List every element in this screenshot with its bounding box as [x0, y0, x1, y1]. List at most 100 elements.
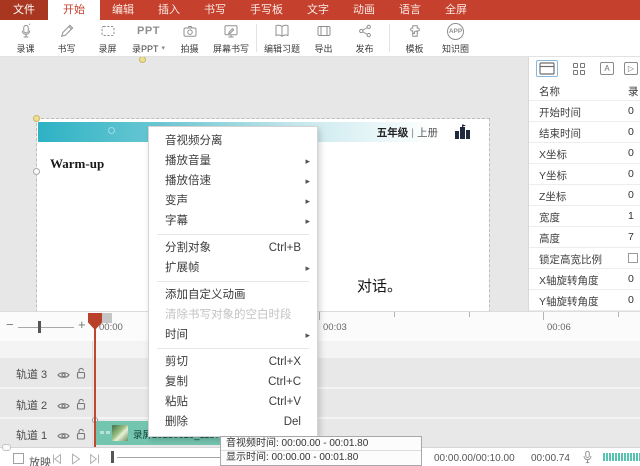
toolbar-separator [389, 24, 390, 52]
track-label: 轨道 3 [16, 366, 47, 382]
selection-handle[interactable] [33, 115, 40, 122]
tab-layout-grid[interactable] [568, 60, 590, 77]
cursor-time-display: 00:00.74 [531, 453, 570, 464]
properties-panel: A ▷ 名称录 开始时间0 结束时间0 X坐标0 Y坐标0 Z坐标0 宽度1 高… [528, 57, 640, 311]
screen-write-button[interactable]: 屏幕书写 [210, 20, 252, 56]
chevron-down-icon[interactable]: ▾ [162, 44, 166, 52]
export-button[interactable]: 导出 [303, 20, 344, 56]
eye-icon[interactable] [57, 398, 70, 416]
grid-icon [573, 63, 585, 75]
prev-frame-button[interactable] [50, 452, 64, 466]
tab-text-style[interactable]: A [600, 62, 614, 75]
time-display: 00:00.00/00:10.00 [434, 453, 515, 464]
record-lesson-button[interactable]: 录课 [5, 20, 46, 56]
zoom-slider[interactable] [18, 327, 74, 328]
lock-aspect-ratio-checkbox[interactable] [628, 253, 638, 263]
y-coord-field[interactable]: 0 [628, 168, 640, 180]
track-row-3[interactable]: 轨道 3 [0, 358, 640, 387]
building-logo-icon [454, 124, 472, 142]
zoom-in-button[interactable]: + [78, 317, 86, 332]
tab-animation[interactable]: 动画 [341, 0, 387, 20]
mic-icon [17, 22, 35, 41]
menu-item-playback-speed[interactable]: 播放倍速▸ [149, 171, 317, 191]
tab-home[interactable]: 开始 [48, 0, 100, 20]
track-label: 轨道 2 [16, 397, 47, 413]
tab-file[interactable]: 文件 [0, 0, 48, 20]
menu-item-cut[interactable]: 剪切Ctrl+X [149, 352, 317, 372]
selection-handle[interactable] [33, 168, 40, 175]
selection-handle[interactable] [139, 56, 146, 63]
playback-checkbox[interactable] [13, 453, 24, 464]
menu-item-time[interactable]: 时间▸ [149, 325, 317, 345]
tab-playback[interactable]: ▷ [624, 62, 638, 75]
y-rotation-field[interactable]: 0 [628, 294, 640, 306]
seek-slider-handle[interactable] [111, 451, 114, 463]
menu-divider [157, 281, 309, 282]
width-field[interactable]: 1 [628, 210, 640, 222]
lock-open-icon[interactable] [76, 427, 86, 445]
menu-item-add-custom-animation[interactable]: 添加自定义动画 [149, 285, 317, 305]
ppt-icon: PPT [137, 22, 160, 41]
property-row: X坐标0 [529, 143, 640, 164]
next-frame-button[interactable] [88, 452, 102, 466]
height-field[interactable]: 7 [628, 231, 640, 243]
track-label: 轨道 1 [16, 427, 47, 443]
toolbar-separator [256, 24, 257, 52]
zoom-slider-handle[interactable] [38, 321, 41, 333]
menu-item-extend-frame[interactable]: 扩展帧▸ [149, 258, 317, 278]
record-ppt-button[interactable]: PPT 录PPT ▾ [128, 20, 169, 56]
tab-edit[interactable]: 编辑 [100, 0, 146, 20]
ruler-label: 00:03 [323, 322, 347, 333]
menu-item-copy[interactable]: 复制Ctrl+C [149, 372, 317, 392]
property-row: 宽度1 [529, 206, 640, 227]
tab-language[interactable]: 语言 [387, 0, 433, 20]
menu-item-paste[interactable]: 粘贴Ctrl+V [149, 392, 317, 412]
template-button[interactable]: 模板 [394, 20, 435, 56]
menu-divider [157, 348, 309, 349]
tab-fullscreen[interactable]: 全屏 [433, 0, 479, 20]
tab-insert[interactable]: 插入 [146, 0, 192, 20]
write-button[interactable]: 书写 [46, 20, 87, 56]
mic-level-icon [582, 450, 593, 466]
tab-tablet[interactable]: 手写板 [238, 0, 295, 20]
x-coord-field[interactable]: 0 [628, 147, 640, 159]
eye-icon[interactable] [57, 367, 70, 385]
menu-item-split-object[interactable]: 分割对象Ctrl+B [149, 238, 317, 258]
camera-icon [181, 22, 199, 41]
record-screen-button[interactable]: 录屏 [87, 20, 128, 56]
clip-time-tooltip: 音视频时间: 00:00.00 - 00:01.80 显示时间: 00:00.0… [220, 436, 422, 466]
grade-badge: 五年级|上册 [377, 125, 438, 140]
publish-button[interactable]: 发布 [344, 20, 385, 56]
property-row: 结束时间0 [529, 122, 640, 143]
capture-button[interactable]: 拍摄 [169, 20, 210, 56]
menu-item-subtitles[interactable]: 字幕▸ [149, 211, 317, 231]
tab-text[interactable]: 文字 [295, 0, 341, 20]
z-coord-field[interactable]: 0 [628, 189, 640, 201]
menu-item-separate-audio-video[interactable]: 音视频分离 [149, 131, 317, 151]
tab-write[interactable]: 书写 [192, 0, 238, 20]
slide-text-fragment: 对话。 [357, 275, 402, 296]
track-row-2[interactable]: 轨道 2 [0, 389, 640, 417]
knowledge-circle-button[interactable]: APP 知识圈 [435, 20, 476, 56]
ruler-label: 00:06 [547, 322, 571, 333]
edit-exercise-button[interactable]: 编辑习题 [261, 20, 303, 56]
menu-item-delete[interactable]: 删除Del [149, 412, 317, 432]
x-rotation-field[interactable]: 0 [628, 273, 640, 285]
scrollbar-thumb[interactable] [2, 444, 11, 451]
share-icon [356, 22, 374, 41]
eye-icon[interactable] [57, 428, 70, 446]
name-field[interactable]: 录 [628, 84, 640, 99]
lock-open-icon[interactable] [76, 397, 86, 415]
lock-open-icon[interactable] [76, 366, 86, 384]
audio-level-meter [603, 453, 640, 461]
end-time-field[interactable]: 0 [628, 126, 640, 138]
start-time-field[interactable]: 0 [628, 105, 640, 117]
property-row: Z坐标0 [529, 185, 640, 206]
menu-item-playback-volume[interactable]: 播放音量▸ [149, 151, 317, 171]
menu-item-voice-change[interactable]: 变声▸ [149, 191, 317, 211]
zoom-out-button[interactable]: − [6, 317, 14, 332]
play-button[interactable] [69, 452, 83, 466]
tab-object-properties[interactable] [536, 60, 558, 77]
timeline-ruler[interactable]: − + 00:00 00:03 00:06 [0, 311, 640, 341]
playhead-line[interactable] [94, 329, 96, 448]
